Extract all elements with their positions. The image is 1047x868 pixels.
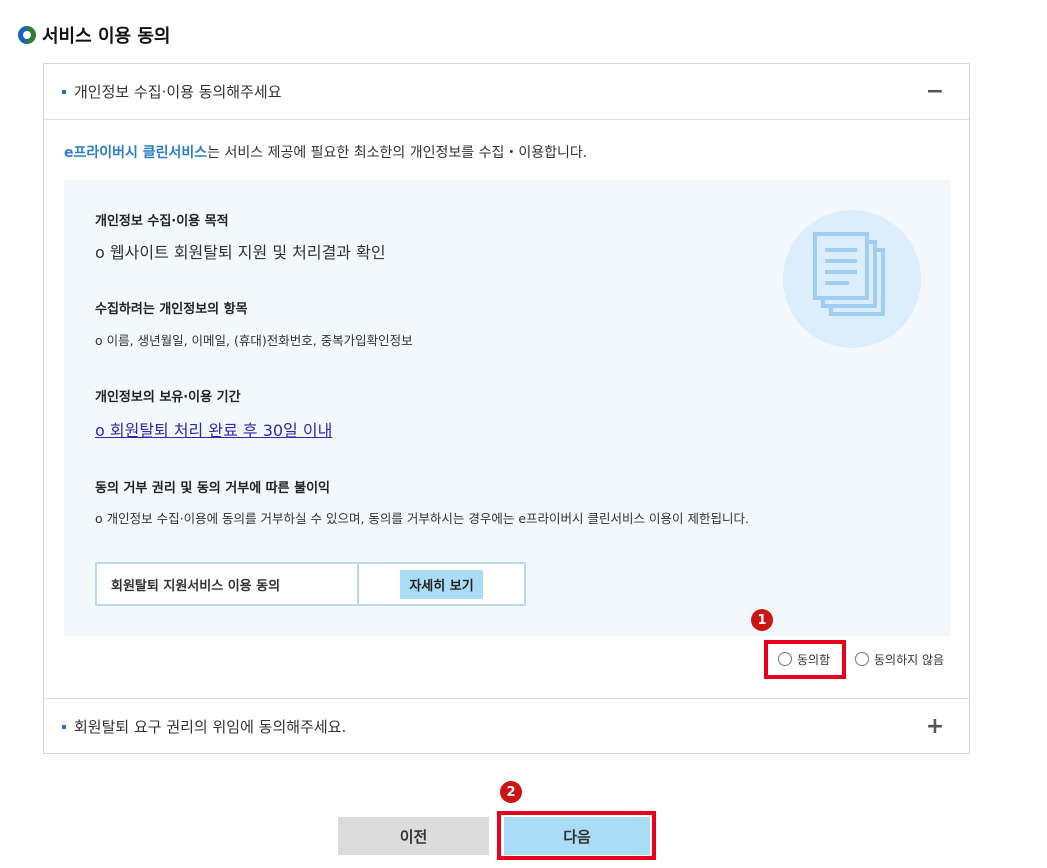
prev-button[interactable]: 이전 (338, 817, 489, 855)
items-value: o 이름, 생년월일, 이메일, (휴대)전화번호, 중복가입확인정보 (95, 333, 413, 348)
square-bullet-icon (62, 724, 66, 729)
consent-panel: 개인정보 수집·이용 동의해주세요 − e프라이버시 클린서비스는 서비스 제공… (43, 63, 970, 754)
square-bullet-icon (62, 89, 66, 94)
agree-option[interactable]: 동의함 (778, 649, 830, 669)
expand-button[interactable]: + (923, 715, 947, 739)
circle-bullet-icon (18, 26, 36, 44)
step-1-badge: 1 (751, 609, 773, 631)
period-label: 개인정보의 보유·이용 기간 (95, 390, 241, 405)
section-title-delegation: 회원탈퇴 요구 권리의 위임에 동의해주세요. (74, 718, 347, 736)
info-box: 개인정보 수집·이용 목적 o 웹사이트 회원탈퇴 지원 및 처리결과 확인 수… (64, 180, 951, 636)
detail-label: 회원탈퇴 지원서비스 이용 동의 (97, 564, 359, 604)
period-value-link[interactable]: o 회원탈퇴 처리 완료 후 30일 이내 (95, 417, 332, 441)
next-button[interactable]: 다음 (504, 817, 650, 855)
section-title-privacy: 개인정보 수집·이용 동의해주세요 (74, 83, 282, 101)
step-2-badge: 2 (500, 781, 522, 803)
page-title-wrap: 서비스 이용 동의 (18, 22, 170, 48)
page-title: 서비스 이용 동의 (42, 26, 171, 47)
items-label: 수집하려는 개인정보의 항목 (95, 302, 248, 317)
refuse-value: o 개인정보 수집·이용에 동의를 거부하실 수 있으며, 동의를 거부하시는 … (95, 511, 749, 526)
brand-name: e프라이버시 클린서비스 (64, 145, 208, 161)
document-stack-icon (783, 210, 921, 348)
disagree-option[interactable]: 동의하지 않음 (855, 649, 944, 669)
section-header-delegation[interactable]: 회원탈퇴 요구 권리의 위임에 동의해주세요. + (44, 698, 969, 754)
detail-button-cell: 자세히 보기 (359, 564, 524, 604)
intro-body: 는 서비스 제공에 필요한 최소한의 개인정보를 수집・이용합니다. (207, 145, 588, 161)
view-details-button[interactable]: 자세히 보기 (400, 569, 483, 599)
detail-table: 회원탈퇴 지원서비스 이용 동의 자세히 보기 (95, 562, 526, 606)
purpose-value: o 웹사이트 회원탈퇴 지원 및 처리결과 확인 (95, 243, 386, 262)
disagree-radio[interactable] (855, 652, 869, 666)
agree-label[interactable]: 동의함 (797, 651, 830, 668)
purpose-label: 개인정보 수집·이용 목적 (95, 214, 229, 229)
agree-radio[interactable] (778, 652, 792, 666)
collapse-button[interactable]: − (923, 80, 947, 104)
section-header-privacy[interactable]: 개인정보 수집·이용 동의해주세요 − (44, 64, 969, 120)
intro-text: e프라이버시 클린서비스는 서비스 제공에 필요한 최소한의 개인정보를 수집・… (64, 142, 587, 162)
refuse-label: 동의 거부 권리 및 동의 거부에 따른 불이익 (95, 481, 331, 496)
disagree-label[interactable]: 동의하지 않음 (874, 651, 944, 668)
